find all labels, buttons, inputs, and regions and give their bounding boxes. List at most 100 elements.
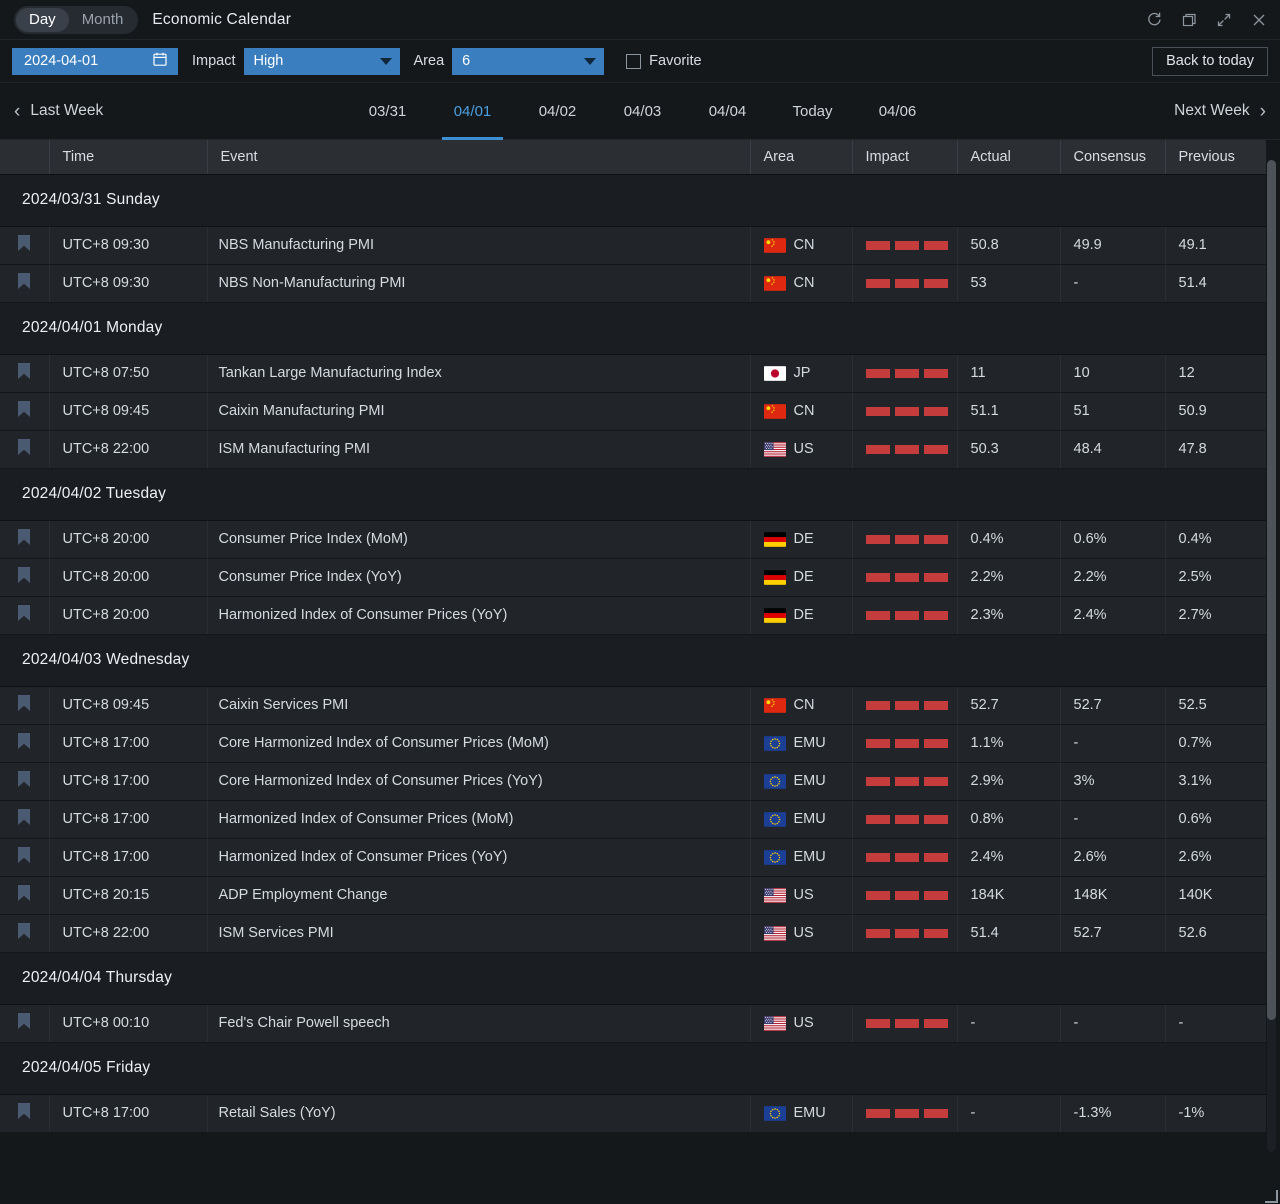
cell-event[interactable]: Caixin Manufacturing PMI <box>207 392 750 430</box>
table-row[interactable]: UTC+8 09:30NBS Non-Manufacturing PMICN53… <box>0 264 1266 302</box>
bookmark-cell[interactable] <box>0 914 49 952</box>
cell-event[interactable]: NBS Manufacturing PMI <box>207 226 750 264</box>
bookmark-icon[interactable] <box>17 808 31 826</box>
cell-event[interactable]: Tankan Large Manufacturing Index <box>207 354 750 392</box>
bookmark-cell[interactable] <box>0 264 49 302</box>
bookmark-icon[interactable] <box>17 272 31 290</box>
chevron-left-icon: ‹ <box>14 102 20 121</box>
bookmark-cell[interactable] <box>0 226 49 264</box>
restore-icon[interactable] <box>1180 11 1198 29</box>
view-mode-toggle[interactable]: Day Month <box>14 6 138 34</box>
table-row[interactable]: UTC+8 20:15ADP Employment ChangeUS184K14… <box>0 876 1266 914</box>
bookmark-icon[interactable] <box>17 770 31 788</box>
cell-event[interactable]: Harmonized Index of Consumer Prices (YoY… <box>207 838 750 876</box>
bookmark-cell[interactable] <box>0 800 49 838</box>
bookmark-icon[interactable] <box>17 234 31 252</box>
cell-impact <box>852 838 957 876</box>
scrollbar-thumb[interactable] <box>1267 160 1276 1020</box>
next-week-button[interactable]: Next Week › <box>1174 102 1266 121</box>
area-filter-select[interactable]: 6 <box>452 48 604 75</box>
day-tab-2[interactable]: 04/02 <box>515 83 600 140</box>
table-row[interactable]: UTC+8 09:45Caixin Manufacturing PMICN51.… <box>0 392 1266 430</box>
table-row[interactable]: UTC+8 17:00Harmonized Index of Consumer … <box>0 838 1266 876</box>
bookmark-icon[interactable] <box>17 694 31 712</box>
table-row[interactable]: UTC+8 20:00Harmonized Index of Consumer … <box>0 596 1266 634</box>
view-mode-month[interactable]: Month <box>69 8 137 32</box>
cell-event[interactable]: Harmonized Index of Consumer Prices (YoY… <box>207 596 750 634</box>
date-picker[interactable]: 2024-04-01 <box>12 48 178 75</box>
cell-event[interactable]: Caixin Services PMI <box>207 686 750 724</box>
table-row[interactable]: UTC+8 17:00Core Harmonized Index of Cons… <box>0 724 1266 762</box>
table-row[interactable]: UTC+8 20:00Consumer Price Index (MoM)DE0… <box>0 520 1266 558</box>
close-icon[interactable] <box>1250 11 1268 29</box>
bookmark-icon[interactable] <box>17 922 31 940</box>
table-row[interactable]: UTC+8 00:10Fed's Chair Powell speechUS--… <box>0 1004 1266 1042</box>
bookmark-icon[interactable] <box>17 604 31 622</box>
day-tab-6[interactable]: 04/06 <box>855 83 940 140</box>
table-row[interactable]: UTC+8 09:45Caixin Services PMICN52.752.7… <box>0 686 1266 724</box>
cell-event[interactable]: NBS Non-Manufacturing PMI <box>207 264 750 302</box>
day-tab-0[interactable]: 03/31 <box>345 83 430 140</box>
bookmark-cell[interactable] <box>0 838 49 876</box>
table-row[interactable]: UTC+8 17:00Retail Sales (YoY)EMU--1.3%-1… <box>0 1094 1266 1132</box>
day-tab-4[interactable]: 04/04 <box>685 83 770 140</box>
bookmark-cell[interactable] <box>0 686 49 724</box>
cell-actual: 184K <box>957 876 1060 914</box>
bookmark-cell[interactable] <box>0 762 49 800</box>
bookmark-cell[interactable] <box>0 1004 49 1042</box>
bookmark-icon[interactable] <box>17 1012 31 1030</box>
favorite-filter[interactable]: Favorite <box>626 53 701 69</box>
bookmark-cell[interactable] <box>0 1094 49 1132</box>
cell-event[interactable]: Core Harmonized Index of Consumer Prices… <box>207 724 750 762</box>
bookmark-cell[interactable] <box>0 596 49 634</box>
table-row[interactable]: UTC+8 17:00Harmonized Index of Consumer … <box>0 800 1266 838</box>
day-tab-1[interactable]: 04/01 <box>430 83 515 140</box>
bookmark-icon[interactable] <box>17 1102 31 1120</box>
cell-event[interactable]: Consumer Price Index (YoY) <box>207 558 750 596</box>
bookmark-cell[interactable] <box>0 558 49 596</box>
bookmark-cell[interactable] <box>0 520 49 558</box>
favorite-checkbox[interactable] <box>626 54 641 69</box>
table-row[interactable]: UTC+8 22:00ISM Manufacturing PMIUS50.348… <box>0 430 1266 468</box>
table-row[interactable]: UTC+8 22:00ISM Services PMIUS51.452.752.… <box>0 914 1266 952</box>
bookmark-icon[interactable] <box>17 528 31 546</box>
refresh-icon[interactable] <box>1145 11 1163 29</box>
cell-actual: 51.1 <box>957 392 1060 430</box>
bookmark-icon[interactable] <box>17 362 31 380</box>
bookmark-icon[interactable] <box>17 438 31 456</box>
day-tab-3[interactable]: 04/03 <box>600 83 685 140</box>
cell-event[interactable]: Harmonized Index of Consumer Prices (MoM… <box>207 800 750 838</box>
cell-event[interactable]: Fed's Chair Powell speech <box>207 1004 750 1042</box>
impact-filter-select[interactable]: High <box>244 48 400 75</box>
table-row[interactable]: UTC+8 09:30NBS Manufacturing PMICN50.849… <box>0 226 1266 264</box>
flag-icon-us <box>764 888 786 903</box>
view-mode-day[interactable]: Day <box>16 8 69 32</box>
bookmark-icon[interactable] <box>17 846 31 864</box>
bookmark-cell[interactable] <box>0 876 49 914</box>
bookmark-cell[interactable] <box>0 430 49 468</box>
bookmark-icon[interactable] <box>17 884 31 902</box>
bookmark-cell[interactable] <box>0 354 49 392</box>
bookmark-cell[interactable] <box>0 724 49 762</box>
resize-handle[interactable] <box>1265 1190 1278 1203</box>
flag-icon-de <box>764 570 786 585</box>
bookmark-icon[interactable] <box>17 566 31 584</box>
table-row[interactable]: UTC+8 17:00Core Harmonized Index of Cons… <box>0 762 1266 800</box>
table-body: 2024/03/31 SundayUTC+8 09:30NBS Manufact… <box>0 174 1266 1132</box>
bookmark-cell[interactable] <box>0 392 49 430</box>
cell-event[interactable]: ISM Services PMI <box>207 914 750 952</box>
bookmark-icon[interactable] <box>17 732 31 750</box>
bookmark-icon[interactable] <box>17 400 31 418</box>
table-row[interactable]: UTC+8 07:50Tankan Large Manufacturing In… <box>0 354 1266 392</box>
cell-event[interactable]: Core Harmonized Index of Consumer Prices… <box>207 762 750 800</box>
day-tab-5[interactable]: Today <box>770 83 855 140</box>
cell-event[interactable]: Consumer Price Index (MoM) <box>207 520 750 558</box>
expand-icon[interactable] <box>1215 11 1233 29</box>
prev-week-button[interactable]: ‹ Last Week <box>14 102 103 121</box>
back-to-today-button[interactable]: Back to today <box>1152 47 1268 76</box>
cell-event[interactable]: Retail Sales (YoY) <box>207 1094 750 1132</box>
cell-event[interactable]: ADP Employment Change <box>207 876 750 914</box>
table-row[interactable]: UTC+8 20:00Consumer Price Index (YoY)DE2… <box>0 558 1266 596</box>
cell-event[interactable]: ISM Manufacturing PMI <box>207 430 750 468</box>
vertical-scrollbar[interactable] <box>1267 160 1276 1152</box>
